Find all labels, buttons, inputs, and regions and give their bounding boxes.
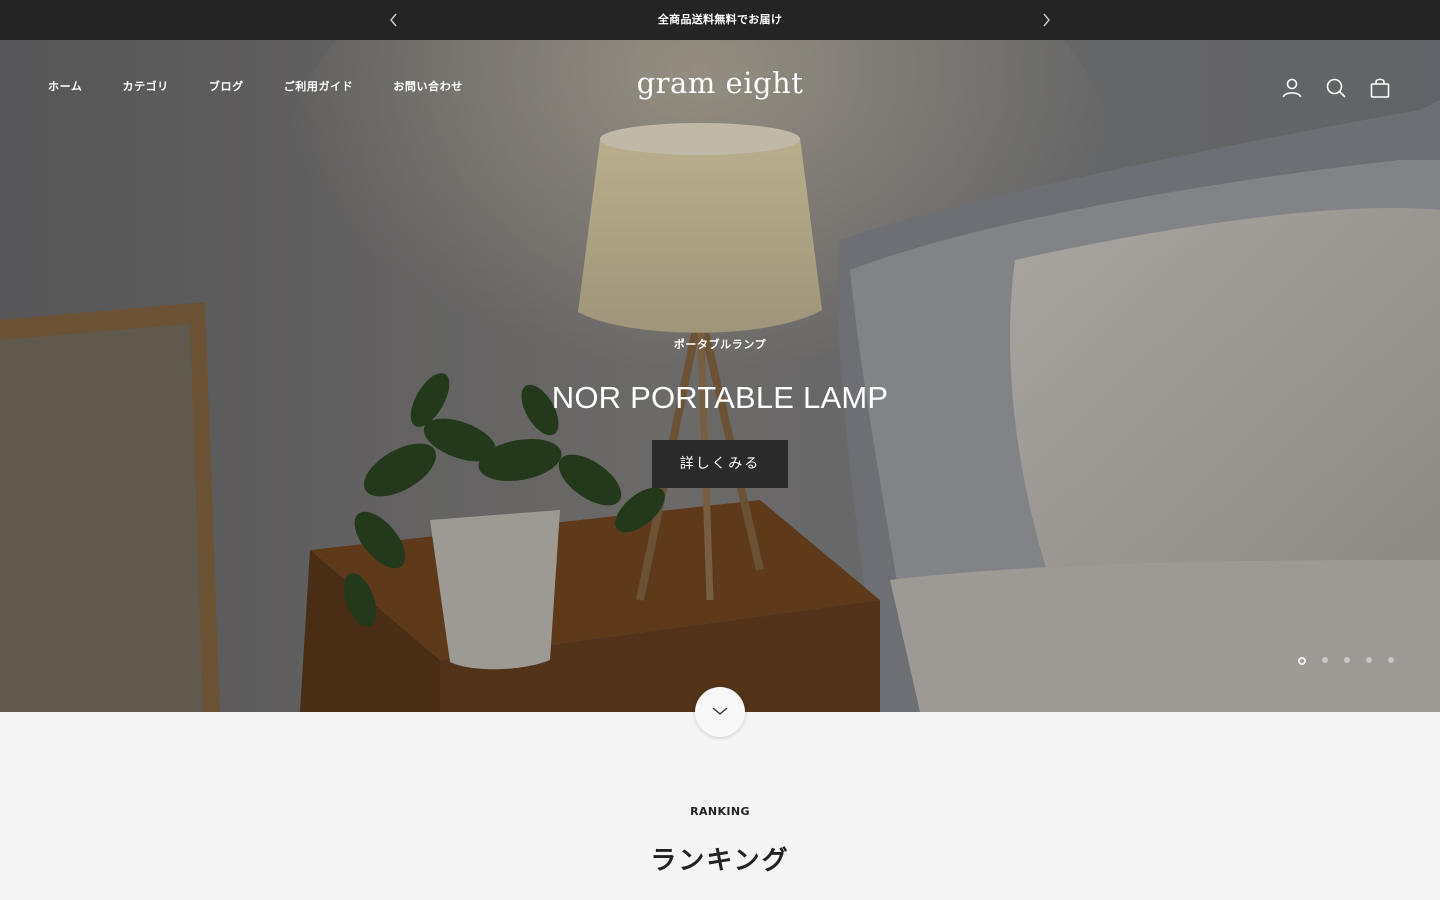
ranking-eyebrow: RANKING [690, 805, 750, 818]
hero-subtitle: ポータブルランプ [673, 338, 767, 351]
slide-dot-2[interactable] [1322, 657, 1328, 663]
ranking-section: RANKING ランキング [0, 805, 1440, 877]
hero-cta-button[interactable]: 詳しくみる [651, 440, 789, 488]
slide-dot-3[interactable] [1344, 657, 1350, 663]
slide-dot-4[interactable] [1366, 657, 1372, 663]
announcement-text: 全商品送料無料でお届け [657, 13, 783, 26]
slide-dot-1[interactable] [1298, 657, 1306, 665]
slide-indicators [1282, 657, 1394, 665]
chevron-down-icon [712, 707, 728, 715]
slide-dot-5[interactable] [1388, 657, 1394, 663]
account-icon[interactable] [1280, 76, 1304, 100]
hero-slideshow: ポータブルランプ NOR PORTABLE LAMP 詳しくみる [0, 40, 1440, 712]
cart-icon[interactable] [1368, 76, 1392, 100]
header-icons [1260, 76, 1392, 100]
search-icon[interactable] [1324, 76, 1348, 100]
chevron-right-icon[interactable] [1036, 10, 1056, 30]
site-logo[interactable]: gram eight [0, 66, 1440, 100]
announcement-bar: 全商品送料無料でお届け [0, 0, 1440, 40]
site-header: ホーム カテゴリ ブログ ご利用ガイド お問い合わせ gram eight [0, 40, 1440, 134]
hero-content: ポータブルランプ NOR PORTABLE LAMP 詳しくみる [0, 336, 1440, 488]
ranking-heading: ランキング [650, 846, 790, 876]
hero-title: NOR PORTABLE LAMP [551, 380, 889, 415]
scroll-down-button[interactable] [695, 687, 745, 737]
